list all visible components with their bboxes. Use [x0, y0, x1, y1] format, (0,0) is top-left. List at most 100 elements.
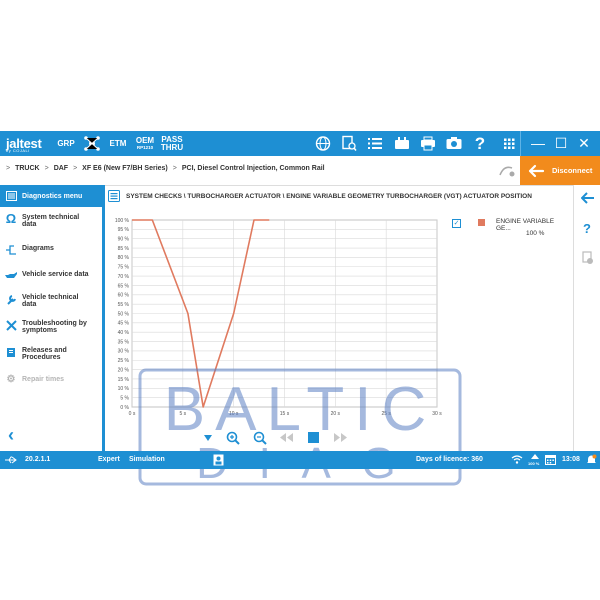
apps-grid-icon[interactable]: [500, 135, 518, 152]
sidebar-item-vehicle-technical-data[interactable]: Vehicle technical data: [0, 294, 102, 308]
camera-icon[interactable]: [445, 135, 463, 152]
y-tick-label: 100 %: [115, 218, 130, 224]
y-tick-label: 60 %: [118, 293, 130, 299]
x-tick-label: 5 s: [179, 411, 186, 417]
y-axis-ticks: 0 % 5 % 10 % 15 % 20 % 25 % 30 % 35 % 40 % 45 % 50…: [115, 218, 130, 411]
y-tick-label: 20 %: [118, 367, 130, 373]
print-icon[interactable]: [419, 135, 437, 152]
zoom-in-icon[interactable]: [226, 431, 240, 445]
y-tick-label: 50 %: [118, 311, 130, 317]
breadcrumb-bar: > TRUCK > DAF > XF E6 (New F7/BH Series)…: [0, 156, 600, 186]
y-tick-label: 85 %: [118, 246, 130, 252]
user-icon[interactable]: [213, 454, 224, 466]
stop-icon[interactable]: [308, 432, 319, 443]
sidebar-item-troubleshooting[interactable]: Troubleshooting by symptoms: [0, 320, 102, 334]
document-settings-icon[interactable]: [582, 251, 594, 265]
ecu-icon[interactable]: [393, 135, 411, 152]
legend-checkbox[interactable]: ✓: [452, 219, 461, 228]
chart-grid: [131, 219, 438, 408]
sidebar-item-label: Releases and Procedures: [22, 347, 67, 361]
jaltest-app-window: jaltest by COJALI GRP ETM OEM RP1210 PAS…: [0, 131, 600, 488]
wrench-icon: [6, 295, 16, 305]
battery-icon: [531, 454, 539, 459]
thru-label: THRU: [160, 142, 184, 152]
top-toolbar: jaltest by COJALI GRP ETM OEM RP1210 PAS…: [0, 131, 600, 156]
breadcrumb-item-model[interactable]: XF E6 (New F7/BH Series): [82, 165, 168, 172]
status-bar: 20.2.1.1 Expert Simulation Days of licen…: [0, 451, 600, 469]
maximize-button[interactable]: ☐: [550, 134, 572, 152]
breadcrumb-item-truck[interactable]: TRUCK: [15, 165, 40, 172]
network-icon[interactable]: [82, 131, 102, 156]
fast-forward-icon[interactable]: [334, 433, 347, 442]
page-title: SYSTEM CHECKS \ TURBOCHARGER ACTUATOR \ …: [126, 192, 532, 200]
y-tick-label: 5 %: [120, 395, 129, 401]
gear-icon: ⚙: [6, 374, 16, 385]
sidebar-item-label: Diagrams: [22, 245, 54, 252]
oem-label: OEM: [135, 136, 155, 145]
sidebar-item-diagrams[interactable]: Diagrams: [0, 245, 102, 255]
sidebar-item-repair-times[interactable]: ⚙ Repair times: [0, 374, 102, 385]
pass-thru-button[interactable]: PASS THRU: [160, 131, 184, 156]
disconnect-button[interactable]: Disconnect: [520, 156, 600, 185]
close-button[interactable]: ✕: [573, 134, 595, 152]
oil-can-icon: [5, 272, 17, 278]
licence-days-label: Days of licence: 360: [416, 456, 483, 463]
x-tick-label: 0 s: [129, 411, 136, 417]
y-tick-label: 35 %: [118, 339, 130, 345]
jaltest-logo[interactable]: jaltest by COJALI: [6, 136, 42, 153]
list-icon: [5, 191, 17, 201]
x-tick-label: 25 s: [381, 411, 391, 417]
zoom-out-icon[interactable]: [253, 431, 267, 445]
globe-icon[interactable]: [314, 135, 332, 152]
sidebar-item-vehicle-service-data[interactable]: Vehicle service data: [0, 271, 102, 280]
diagram-icon: [6, 245, 16, 255]
oem-rp1210-button[interactable]: OEM RP1210: [134, 131, 156, 156]
sidebar-item-releases-procedures[interactable]: Releases and Procedures: [0, 347, 102, 361]
y-tick-label: 65 %: [118, 283, 130, 289]
sidebar-item-label: Troubleshooting by symptoms: [22, 320, 87, 334]
y-tick-label: 0 %: [120, 405, 129, 411]
list-icon[interactable]: [366, 135, 384, 152]
breadcrumb-item-system[interactable]: PCI, Diesel Control Injection, Common Ra…: [182, 165, 325, 172]
minimize-button[interactable]: —: [527, 134, 549, 152]
y-tick-label: 30 %: [118, 349, 130, 355]
sidebar: Diagnostics menu Ω System technical data…: [0, 185, 105, 451]
version-label: 20.2.1.1: [25, 456, 51, 463]
tools-icon: [5, 320, 17, 331]
sidebar-item-label: System technical data: [22, 214, 80, 228]
document-search-icon[interactable]: [340, 135, 358, 152]
calendar-icon[interactable]: [545, 454, 556, 465]
usb-icon: [5, 456, 17, 464]
breadcrumb-item-brand[interactable]: DAF: [54, 165, 68, 172]
sidebar-item-diagnostics-menu[interactable]: Diagnostics menu: [0, 185, 102, 207]
legend-color-swatch: [478, 219, 485, 226]
chart-controls: [200, 430, 350, 446]
clock-label: 13:08: [562, 456, 580, 463]
disconnect-label: Disconnect: [552, 166, 593, 175]
y-tick-label: 90 %: [118, 237, 130, 243]
chevron-down-icon[interactable]: [203, 434, 213, 442]
arrow-left-icon[interactable]: [581, 192, 595, 204]
battery-percentage: 100 %: [528, 461, 540, 466]
x-tick-label: 30 s: [432, 411, 442, 417]
y-tick-label: 10 %: [118, 386, 130, 392]
rewind-icon[interactable]: [280, 433, 293, 442]
help-icon[interactable]: ?: [470, 131, 490, 156]
list-icon: [108, 190, 120, 202]
breadcrumb: > TRUCK > DAF > XF E6 (New F7/BH Series)…: [6, 165, 325, 172]
x-tick-label: 20 s: [331, 411, 341, 417]
breadcrumb-separator: >: [73, 165, 78, 172]
sidebar-item-system-technical-data[interactable]: Ω System technical data: [0, 211, 102, 228]
notification-bell-icon[interactable]: [586, 454, 597, 465]
vgt-position-chart: 0 % 5 % 10 % 15 % 20 % 25 % 30 % 35 % 40 % 45 % 50…: [115, 218, 442, 417]
help-icon[interactable]: ?: [583, 221, 591, 236]
grp-button[interactable]: GRP: [55, 131, 77, 156]
y-tick-label: 40 %: [118, 330, 130, 336]
etm-button[interactable]: ETM: [107, 131, 129, 156]
sidebar-item-label: Vehicle service data: [22, 271, 89, 278]
ohm-icon: Ω: [5, 211, 17, 226]
sidebar-back-button[interactable]: ‹: [8, 425, 14, 446]
sidebar-item-label: Diagnostics menu: [22, 192, 83, 200]
mode-simulation-label: Simulation: [129, 456, 165, 463]
sidebar-item-label: Repair times: [22, 376, 65, 383]
